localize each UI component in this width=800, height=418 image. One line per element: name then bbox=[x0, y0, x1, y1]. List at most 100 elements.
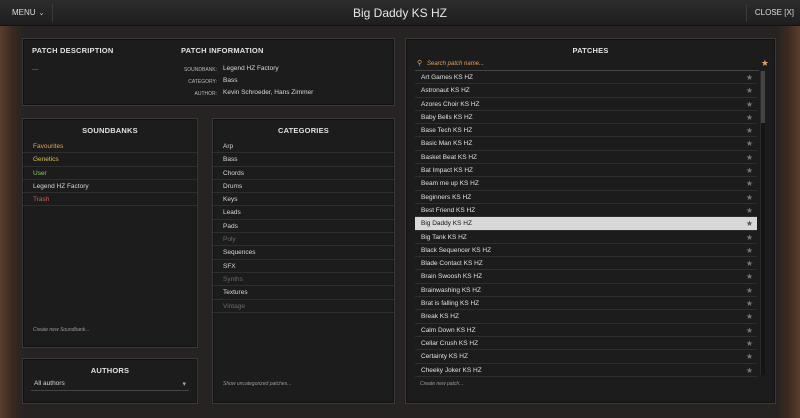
patch-information-title: PATCH INFORMATION bbox=[181, 46, 264, 55]
caret-down-icon: ▾ bbox=[182, 381, 186, 388]
scrollbar-thumb[interactable] bbox=[761, 71, 765, 123]
patch-row[interactable]: Basket Beat KS HZ ★ bbox=[415, 151, 757, 165]
patch-row[interactable]: Certainty KS HZ ★ bbox=[415, 350, 757, 364]
star-icon[interactable]: ★ bbox=[746, 324, 753, 337]
category-item[interactable]: Arp bbox=[213, 140, 394, 154]
star-icon[interactable]: ★ bbox=[746, 337, 753, 350]
authors-selected: All authors bbox=[34, 380, 65, 387]
patch-row[interactable]: Azores Choir KS HZ ★ bbox=[415, 98, 757, 111]
star-icon[interactable]: ★ bbox=[746, 111, 753, 124]
show-uncategorized-link[interactable]: Show uncategorized patches... bbox=[223, 381, 291, 387]
patch-info-panel: PATCH DESCRIPTION — PATCH INFORMATION SO… bbox=[22, 38, 395, 106]
authors-dropdown[interactable]: All authors ▾ bbox=[31, 379, 189, 391]
star-icon[interactable]: ★ bbox=[746, 310, 753, 323]
star-icon[interactable]: ★ bbox=[746, 257, 753, 270]
star-icon[interactable]: ★ bbox=[746, 270, 753, 283]
category-item[interactable]: Leads bbox=[213, 206, 394, 220]
patch-row[interactable]: Best Friend KS HZ ★ bbox=[415, 204, 757, 218]
close-button[interactable]: CLOSE [X] bbox=[745, 4, 794, 22]
star-icon[interactable]: ★ bbox=[746, 284, 753, 297]
patch-row[interactable]: Beam me up KS HZ ★ bbox=[415, 177, 757, 191]
soundbank-item[interactable]: Legend HZ Factory bbox=[23, 180, 197, 194]
star-icon[interactable]: ★ bbox=[746, 297, 753, 310]
category-item[interactable]: Drums bbox=[213, 180, 394, 194]
star-icon[interactable]: ★ bbox=[746, 137, 753, 150]
star-icon[interactable]: ★ bbox=[746, 71, 753, 84]
star-icon[interactable]: ★ bbox=[746, 84, 753, 97]
patch-name: Bat Impact KS HZ bbox=[421, 167, 474, 175]
patch-row[interactable]: Basic Man KS HZ ★ bbox=[415, 137, 757, 151]
category-item[interactable]: Sequences bbox=[213, 246, 394, 260]
soundbank-label: SOUNDBANK: bbox=[183, 67, 217, 73]
patch-name: Astronaut KS HZ bbox=[421, 87, 470, 95]
patch-name: Black Sequencer KS HZ bbox=[421, 246, 492, 254]
patch-name: Baby Bells KS HZ bbox=[421, 113, 473, 121]
soundbank-value: Legend HZ Factory bbox=[223, 65, 279, 72]
patch-name: Azores Choir KS HZ bbox=[421, 100, 480, 108]
author-value: Kevin Schroeder, Hans Zimmer bbox=[223, 89, 314, 96]
soundbank-item[interactable]: Favourites bbox=[23, 140, 197, 154]
star-icon[interactable]: ★ bbox=[746, 350, 753, 363]
patch-name: Certainty KS HZ bbox=[421, 353, 468, 361]
patch-description-title: PATCH DESCRIPTION bbox=[32, 46, 114, 55]
category-item[interactable]: Bass bbox=[213, 153, 394, 167]
patch-name: Big Tank KS HZ bbox=[421, 233, 467, 241]
category-label: CATEGORY: bbox=[188, 79, 217, 85]
category-item[interactable]: SFX bbox=[213, 260, 394, 273]
star-icon[interactable]: ★ bbox=[746, 177, 753, 190]
patch-row[interactable]: Cellar Crush KS HZ ★ bbox=[415, 337, 757, 351]
star-icon[interactable]: ★ bbox=[746, 164, 753, 177]
create-patch-link[interactable]: Create new patch... bbox=[420, 381, 463, 387]
patch-row[interactable]: Big Tank KS HZ ★ bbox=[415, 231, 757, 244]
category-item[interactable]: Vintage bbox=[213, 300, 394, 313]
star-icon[interactable]: ★ bbox=[746, 364, 753, 377]
patch-row[interactable]: Beginners KS HZ ★ bbox=[415, 191, 757, 204]
star-icon[interactable]: ★ bbox=[746, 98, 753, 111]
soundbank-item[interactable]: User bbox=[23, 167, 197, 180]
patch-row[interactable]: Brain Swoosh KS HZ ★ bbox=[415, 270, 757, 284]
category-item[interactable]: Poly bbox=[213, 233, 394, 247]
category-item[interactable]: Textures bbox=[213, 286, 394, 300]
patch-name: Big Daddy KS HZ bbox=[421, 220, 472, 228]
patch-row[interactable]: Baby Bells KS HZ ★ bbox=[415, 111, 757, 125]
star-icon[interactable]: ★ bbox=[746, 244, 753, 257]
star-icon[interactable]: ★ bbox=[746, 231, 753, 244]
patch-row[interactable]: Big Daddy KS HZ ★ bbox=[415, 217, 757, 231]
patches-panel: PATCHES ⚲ Search patch name... ★ Art Gam… bbox=[405, 38, 776, 404]
patch-row[interactable]: Art Games KS HZ ★ bbox=[415, 71, 757, 85]
star-icon[interactable]: ★ bbox=[746, 191, 753, 204]
patch-row[interactable]: Break KS HZ ★ bbox=[415, 310, 757, 324]
patch-search-bar[interactable]: ⚲ Search patch name... ★ bbox=[415, 58, 769, 71]
patch-row[interactable]: Brainwashing KS HZ ★ bbox=[415, 284, 757, 298]
soundbank-item[interactable]: Genetics bbox=[23, 153, 197, 167]
create-soundbank-link[interactable]: Create new Soundbank... bbox=[33, 327, 89, 333]
patch-name: Basic Man KS HZ bbox=[421, 140, 473, 148]
category-item[interactable]: Synths bbox=[213, 273, 394, 287]
star-icon[interactable]: ★ bbox=[746, 217, 753, 230]
patch-row[interactable]: Base Tech KS HZ ★ bbox=[415, 124, 757, 138]
patch-row[interactable]: Calm Down KS HZ ★ bbox=[415, 324, 757, 337]
categories-panel: CATEGORIES Arp Bass Chords Drums Keys Leads Pa… bbox=[212, 118, 395, 404]
patch-name: Beginners KS HZ bbox=[421, 193, 472, 201]
patch-row[interactable]: Bat Impact KS HZ ★ bbox=[415, 164, 757, 178]
patch-row[interactable]: Black Sequencer KS HZ ★ bbox=[415, 244, 757, 258]
patch-list-scrollbar[interactable] bbox=[760, 71, 765, 375]
patches-title: PATCHES bbox=[572, 46, 609, 55]
category-item[interactable]: Pads bbox=[213, 220, 394, 234]
category-item[interactable]: Chords bbox=[213, 167, 394, 180]
category-item[interactable]: Keys bbox=[213, 193, 394, 207]
patch-row[interactable]: Cheeky Joker KS HZ ★ bbox=[415, 364, 757, 377]
patch-row[interactable]: Astronaut KS HZ ★ bbox=[415, 84, 757, 98]
soundbank-item[interactable]: Trash bbox=[23, 193, 197, 207]
patch-row[interactable]: Blade Contact KS HZ ★ bbox=[415, 257, 757, 271]
star-icon[interactable]: ★ bbox=[746, 204, 753, 217]
search-input[interactable]: Search patch name... bbox=[427, 61, 484, 67]
patch-row[interactable]: Brat is falling KS HZ ★ bbox=[415, 297, 757, 311]
star-icon[interactable]: ★ bbox=[746, 124, 753, 137]
star-icon[interactable]: ★ bbox=[746, 151, 753, 164]
author-label: AUTHOR: bbox=[194, 91, 218, 97]
favorite-filter-star-icon[interactable]: ★ bbox=[761, 58, 769, 69]
patch-name: Cellar Crush KS HZ bbox=[421, 339, 479, 347]
patch-name: Beam me up KS HZ bbox=[421, 180, 479, 188]
patch-name: Blade Contact KS HZ bbox=[421, 260, 483, 268]
